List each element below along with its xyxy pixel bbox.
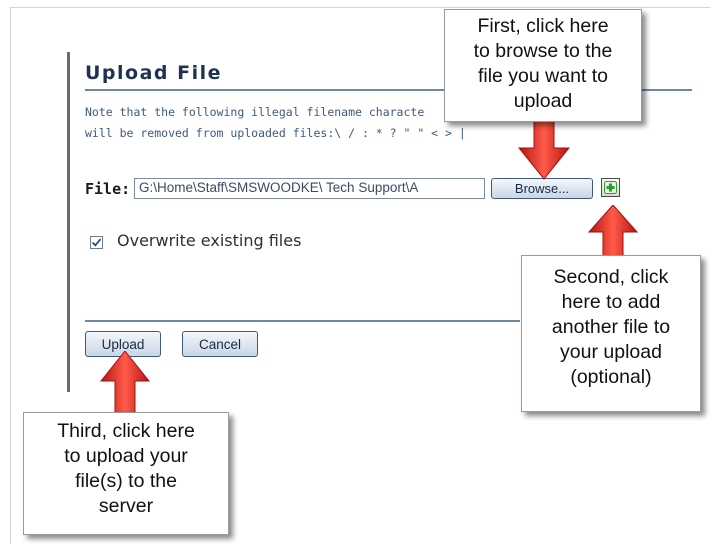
overwrite-checkbox[interactable] bbox=[90, 236, 103, 249]
file-path-input[interactable]: G:\Home\Staff\SMSWOODKE\ Tech Support\A bbox=[134, 178, 485, 199]
callout-add-file: Second, click here to add another file t… bbox=[521, 255, 701, 412]
down-arrow-icon bbox=[518, 118, 570, 180]
note-line-1: Note that the following illegal filename… bbox=[85, 105, 425, 119]
file-label: File: bbox=[85, 180, 131, 198]
cancel-button[interactable]: Cancel bbox=[182, 331, 258, 357]
section-divider bbox=[85, 320, 520, 322]
overwrite-label: Overwrite existing files bbox=[117, 231, 302, 250]
callout-browse: First, click here to browse to the file … bbox=[444, 9, 642, 122]
up-arrow-icon bbox=[100, 351, 150, 414]
frame-top-border bbox=[10, 7, 710, 8]
add-file-button[interactable] bbox=[601, 178, 620, 197]
frame-left-border bbox=[10, 7, 11, 544]
illegal-characters-note: Note that the following illegal filename… bbox=[85, 102, 495, 144]
checkmark-icon bbox=[91, 238, 102, 247]
up-arrow-icon bbox=[588, 205, 638, 260]
browse-button[interactable]: Browse... bbox=[491, 178, 593, 199]
panel-left-bar bbox=[67, 52, 70, 392]
callout-upload: Third, click here to upload your file(s)… bbox=[23, 412, 229, 535]
page-title: Upload File bbox=[85, 62, 223, 84]
green-plus-icon bbox=[604, 181, 617, 194]
note-line-2: will be removed from uploaded files:\ / … bbox=[85, 126, 466, 140]
